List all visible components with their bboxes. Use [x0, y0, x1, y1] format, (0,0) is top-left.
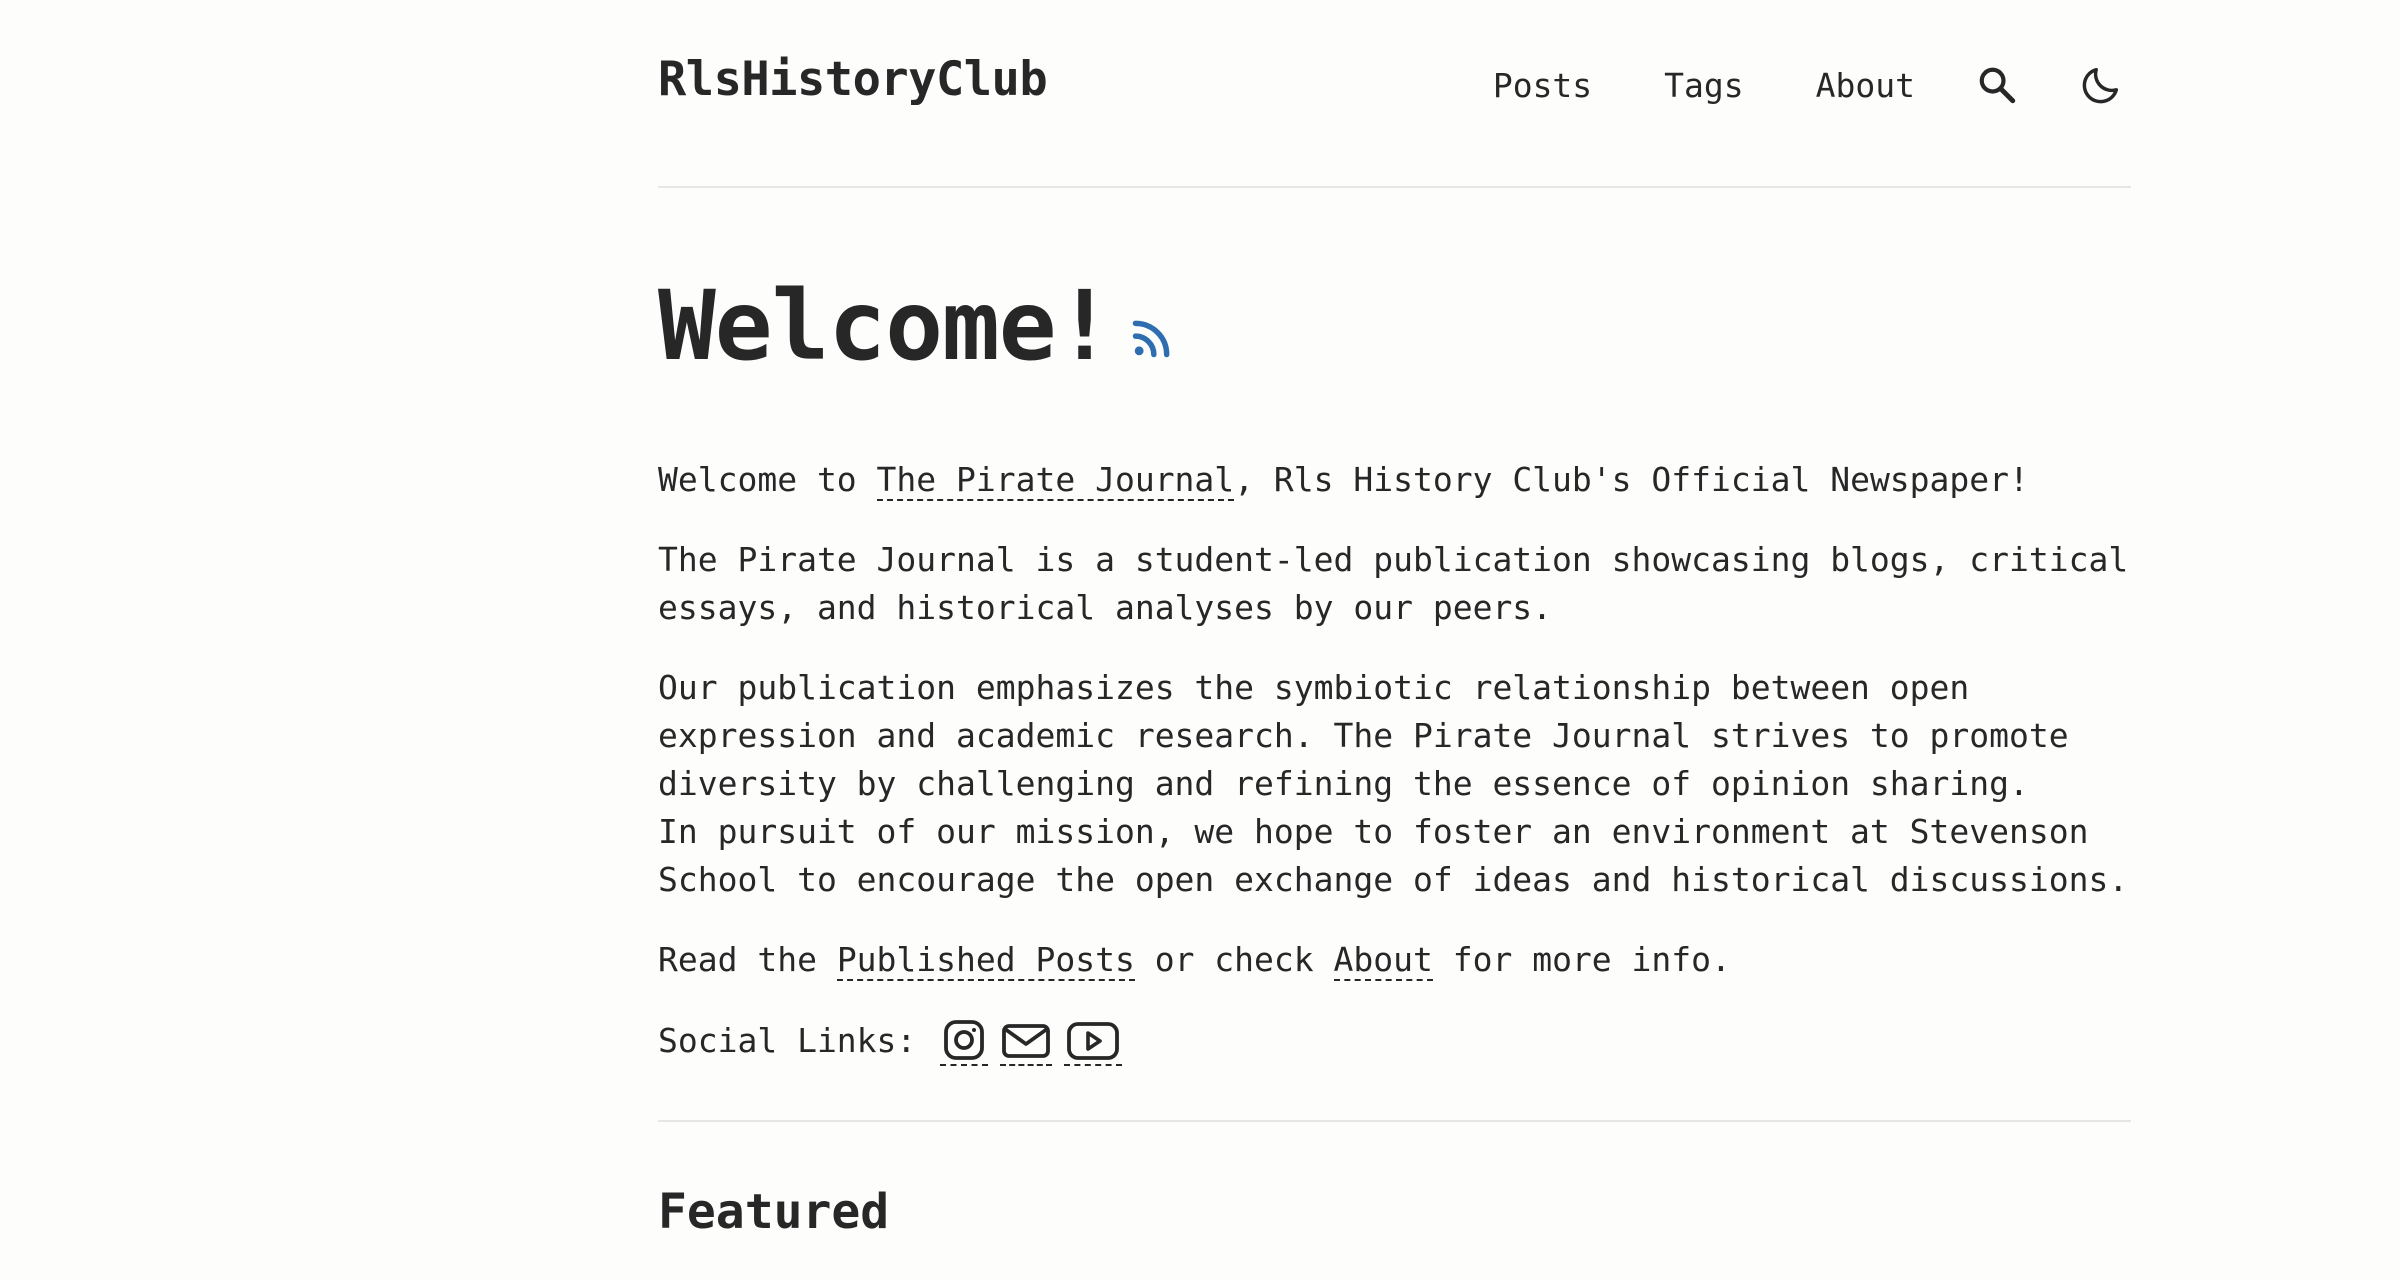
social-links-row: Social Links:	[658, 1016, 2131, 1066]
intro-p1-prefix: Welcome to	[658, 460, 877, 499]
hero-section: Welcome! Welcome to The Pirate Journal, …	[658, 188, 2131, 1240]
rss-icon	[1133, 320, 1170, 358]
rss-feed-link[interactable]	[1130, 316, 1174, 364]
main-nav: Posts Tags About	[1493, 50, 2131, 120]
mail-icon	[1002, 1024, 1051, 1058]
instagram-icon	[944, 1020, 985, 1060]
intro-p1-suffix: , Rls History Club's Official Newspaper!	[1234, 460, 2029, 499]
intro-p4-middle: or check	[1134, 940, 1334, 979]
nav-tags-link[interactable]: Tags	[1664, 66, 1743, 105]
intro-p3-line2: In pursuit of our mission, we hope to fo…	[658, 812, 2129, 899]
mail-link[interactable]	[1000, 1016, 1053, 1066]
youtube-link[interactable]	[1064, 1016, 1123, 1066]
intro-p3-line1: Our publication emphasizes the symbiotic…	[658, 668, 2069, 803]
about-inline-link[interactable]: About	[1333, 940, 1433, 981]
search-icon	[1979, 67, 2016, 104]
social-links-label: Social Links:	[658, 1021, 917, 1060]
intro-paragraph-3: Our publication emphasizes the symbiotic…	[658, 664, 2131, 904]
hero-title: Welcome!	[658, 270, 1113, 382]
theme-toggle-button[interactable]	[2071, 55, 2131, 115]
hero-title-row: Welcome!	[658, 266, 2131, 386]
page-container: RlsHistoryClub Posts Tags About Welcome!	[658, 0, 2131, 1240]
site-title-link[interactable]: RlsHistoryClub	[658, 52, 1048, 107]
moon-icon	[2082, 67, 2119, 104]
intro-paragraph-2: The Pirate Journal is a student-led publ…	[658, 540, 2129, 627]
intro-p4-prefix: Read the	[658, 940, 837, 979]
social-icons	[940, 1016, 1134, 1066]
intro-p4-suffix: for more info.	[1432, 940, 1731, 979]
published-posts-link[interactable]: Published Posts	[836, 940, 1135, 981]
nav-posts-link[interactable]: Posts	[1493, 66, 1592, 105]
featured-section-title: Featured	[658, 1184, 890, 1240]
youtube-icon	[1067, 1022, 1120, 1060]
nav-about-link[interactable]: About	[1816, 66, 1915, 105]
section-divider	[658, 1120, 2131, 1122]
search-button[interactable]	[1967, 55, 2027, 115]
intro-content: Welcome to The Pirate Journal, Rls Histo…	[658, 456, 2131, 1066]
instagram-link[interactable]	[940, 1016, 989, 1066]
site-header: RlsHistoryClub Posts Tags About	[658, 0, 2131, 188]
pirate-journal-link[interactable]: The Pirate Journal	[876, 460, 1235, 501]
intro-paragraph-4: Read the Published Posts or check About …	[658, 936, 2131, 984]
intro-paragraph-1: Welcome to The Pirate Journal, Rls Histo…	[658, 456, 2131, 504]
